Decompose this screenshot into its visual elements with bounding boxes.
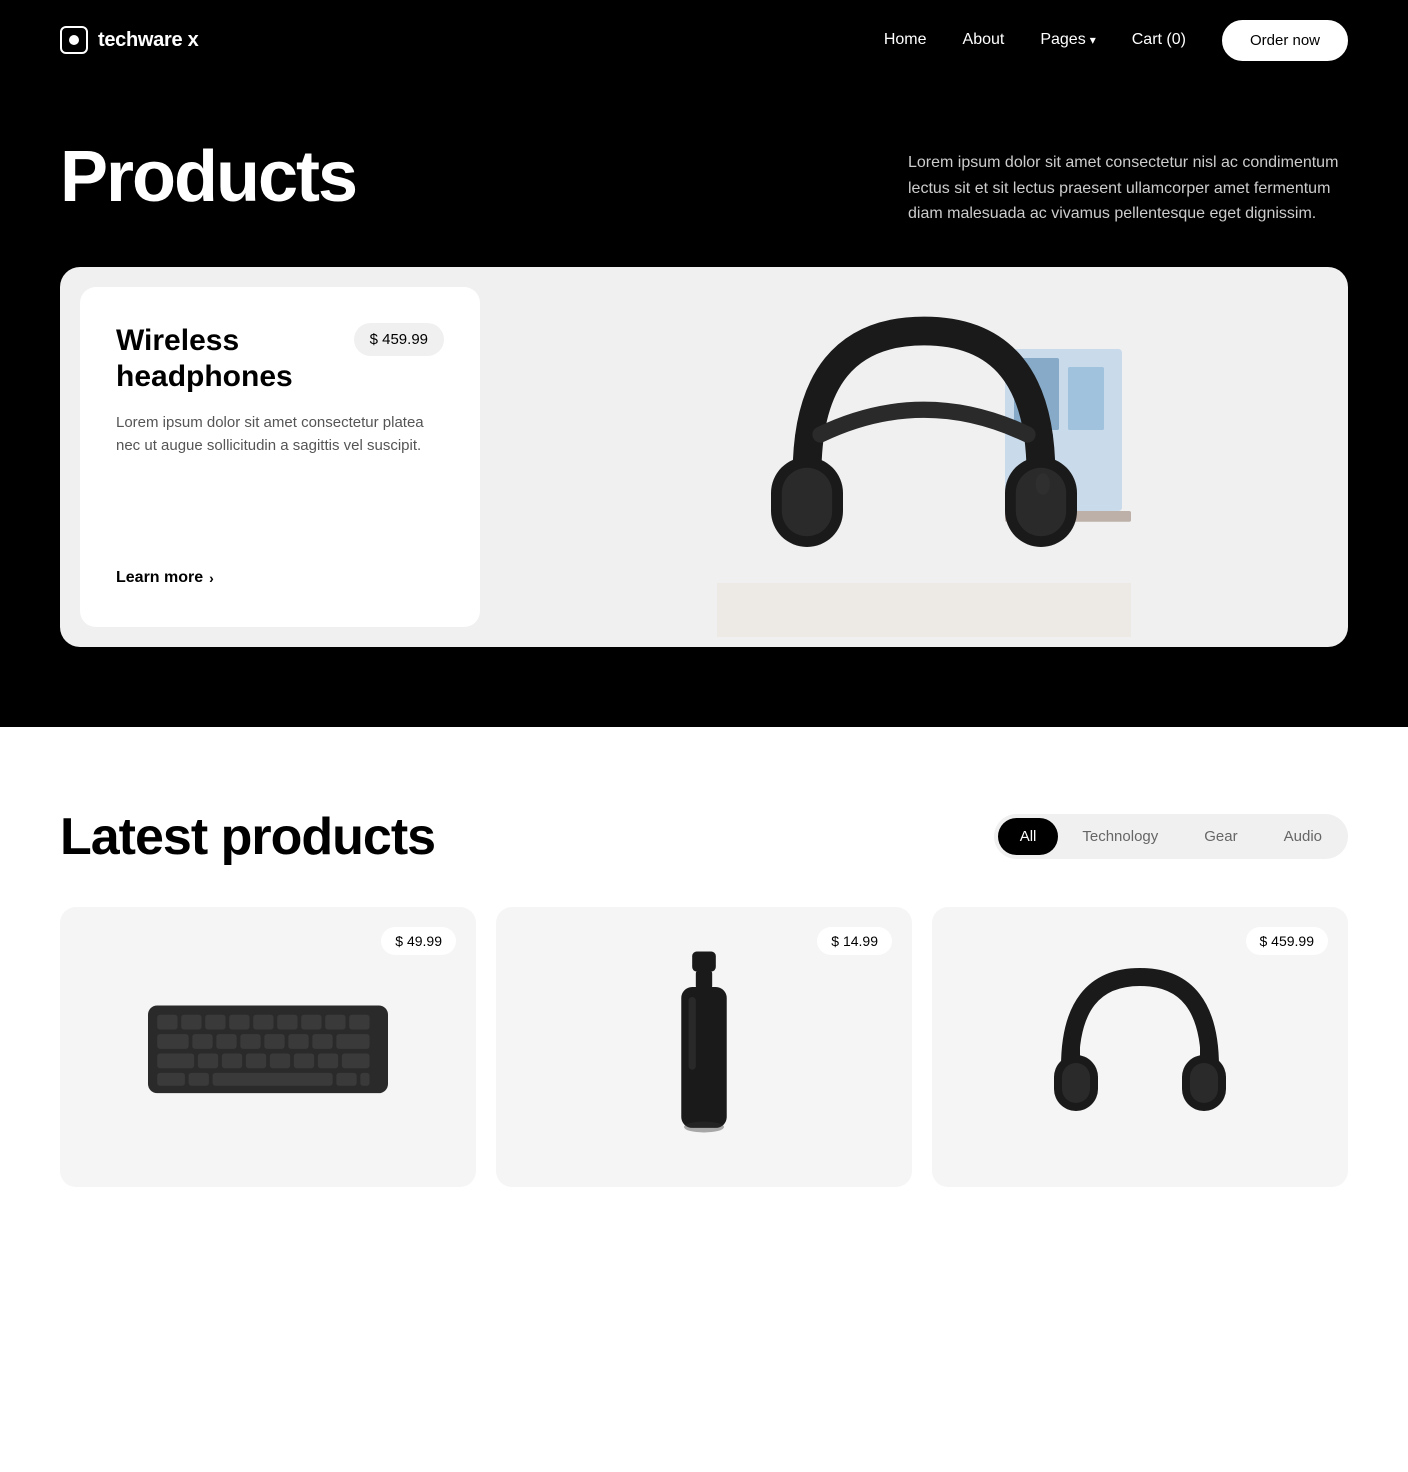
product-price-keyboard: $ 49.99 — [381, 927, 456, 955]
main-nav: Home About Pages ▾ Cart (0) Order now — [884, 20, 1348, 61]
filter-tabs: All Technology Gear Audio — [994, 814, 1348, 859]
headphones-illustration — [714, 277, 1134, 637]
learn-more-text: Learn more — [116, 569, 203, 587]
learn-more-link[interactable]: Learn more › — [116, 569, 444, 587]
product-grid: $ 49.99 — [60, 907, 1348, 1187]
nav-cart[interactable]: Cart (0) — [1132, 31, 1186, 49]
featured-product-price: $ 459.99 — [354, 323, 444, 356]
product-price-headphones: $ 459.99 — [1246, 927, 1329, 955]
hero-title: Products — [60, 140, 356, 216]
logo-text: techware x — [98, 29, 198, 52]
filter-tab-gear[interactable]: Gear — [1182, 818, 1259, 855]
product-price-bottle: $ 14.99 — [817, 927, 892, 955]
featured-product-card: Wireless headphones $ 459.99 Lorem ipsum… — [60, 267, 1348, 647]
order-now-button[interactable]: Order now — [1222, 20, 1348, 61]
filter-tab-technology[interactable]: Technology — [1060, 818, 1180, 855]
logo-icon — [60, 26, 88, 54]
filter-tab-audio[interactable]: Audio — [1262, 818, 1344, 855]
nav-about[interactable]: About — [963, 31, 1005, 49]
nav-home[interactable]: Home — [884, 31, 927, 49]
headphones-card-illustration — [1040, 947, 1240, 1147]
hero-section: Products Lorem ipsum dolor sit amet cons… — [0, 80, 1408, 727]
featured-product-description: Lorem ipsum dolor sit amet consectetur p… — [116, 411, 444, 458]
nav-pages[interactable]: Pages ▾ — [1040, 31, 1095, 49]
keyboard-illustration — [128, 987, 408, 1107]
latest-products-title: Latest products — [60, 807, 435, 867]
bottle-illustration — [659, 947, 749, 1147]
chevron-down-icon: ▾ — [1090, 33, 1096, 47]
chevron-right-icon: › — [209, 570, 214, 586]
latest-products-header: Latest products All Technology Gear Audi… — [60, 807, 1348, 867]
product-card-keyboard[interactable]: $ 49.99 — [60, 907, 476, 1187]
hero-description: Lorem ipsum dolor sit amet consectetur n… — [908, 140, 1348, 227]
featured-product-image — [500, 267, 1348, 647]
product-card-bottle[interactable]: $ 14.99 — [496, 907, 912, 1187]
filter-tab-all[interactable]: All — [998, 818, 1059, 855]
header: techware x Home About Pages ▾ Cart (0) O… — [0, 0, 1408, 80]
logo[interactable]: techware x — [60, 26, 198, 54]
featured-product-info: Wireless headphones $ 459.99 Lorem ipsum… — [80, 287, 480, 627]
hero-top: Products Lorem ipsum dolor sit amet cons… — [60, 140, 1348, 227]
featured-info-top: Wireless headphones $ 459.99 — [116, 323, 444, 395]
featured-product-name: Wireless headphones — [116, 323, 354, 395]
latest-products-section: Latest products All Technology Gear Audi… — [0, 727, 1408, 1247]
product-card-headphones[interactable]: $ 459.99 — [932, 907, 1348, 1187]
